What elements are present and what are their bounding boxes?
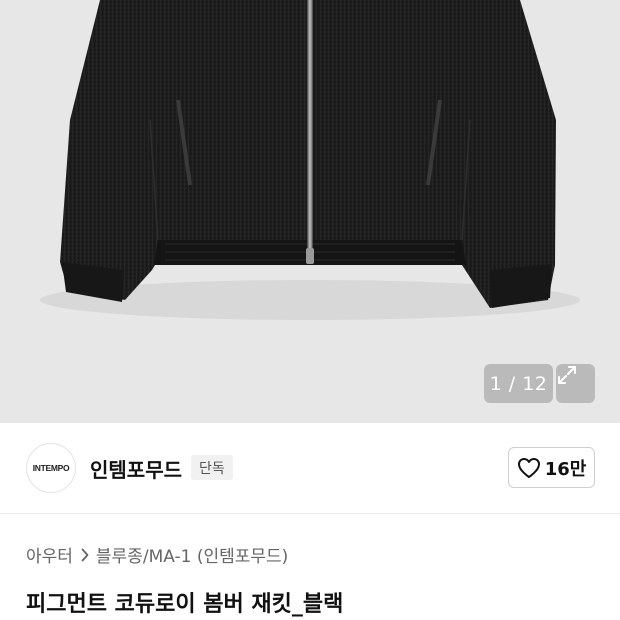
breadcrumb-subcategory[interactable]: 블루종/MA-1 (인템포무드)	[96, 542, 288, 567]
breadcrumb-category[interactable]: 아우터	[26, 542, 73, 567]
expand-arrows-icon	[558, 366, 576, 384]
brand-logo[interactable]: INTEMPO	[26, 443, 76, 493]
exclusive-badge: 단독	[191, 455, 233, 480]
section-divider	[0, 513, 620, 514]
brand-row: INTEMPO 인템포무드 단독 16만	[0, 423, 620, 513]
brand-name[interactable]: 인템포무드	[90, 454, 182, 483]
heart-outline-icon	[517, 457, 540, 478]
image-counter: 1 / 12	[484, 364, 553, 403]
product-image	[40, 0, 580, 320]
expand-image-button[interactable]	[556, 364, 595, 403]
like-count: 16만	[544, 458, 587, 480]
breadcrumb: 아우터 블루종/MA-1 (인템포무드)	[26, 542, 288, 567]
product-image-viewer[interactable]: 1 / 12	[0, 0, 620, 423]
like-button[interactable]: 16만	[508, 447, 595, 488]
product-title: 피그먼트 코듀로이 봄버 재킷_블랙	[26, 592, 344, 617]
chevron-right-icon	[81, 548, 89, 562]
